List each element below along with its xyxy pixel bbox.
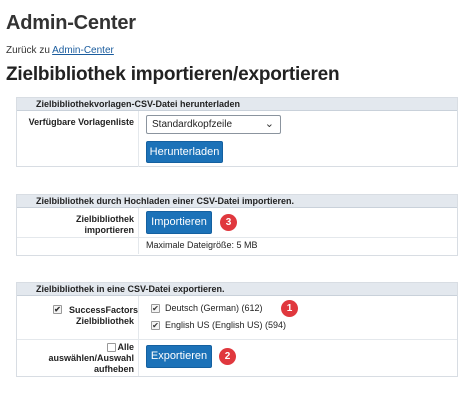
chevron-down-icon: ⌄ [264, 118, 274, 130]
download-row: Verfügbare Vorlagenliste Standardkopfzei… [17, 111, 457, 167]
annotation-badge-3: 3 [220, 214, 237, 231]
template-select[interactable]: Standardkopfzeile ⌄ [146, 115, 281, 134]
import-label: Zielbibliothek importieren [17, 208, 139, 237]
download-button[interactable]: Herunterladen [146, 141, 223, 163]
select-all-label: Alle auswählen/Auswahl aufheben [48, 342, 134, 374]
import-section: Zielbibliothek durch Hochladen einer CSV… [16, 194, 458, 256]
export-label-cell: ✔ SuccessFactors Zielbibliothek [17, 296, 139, 339]
export-action-cell: Exportieren 2 [142, 340, 457, 376]
import-row: Zielbibliothek importieren Importieren 3 [17, 208, 457, 238]
import-section-header: Zielbibliothek durch Hochladen einer CSV… [17, 195, 457, 208]
import-button[interactable]: Importieren [146, 211, 212, 234]
section-heading: Zielbibliothek importieren/exportieren [6, 64, 340, 85]
export-section-header: Zielbibliothek in eine CSV-Datei exporti… [17, 283, 457, 296]
option-checkbox-german[interactable]: ✔ [151, 304, 160, 313]
template-list-label: Verfügbare Vorlagenliste [17, 111, 139, 167]
export-options-cell: ✔ Deutsch (German) (612) ✔ English US (E… [142, 296, 457, 339]
import-note-cell: Maximale Dateigröße: 5 MB [142, 238, 457, 254]
option-label-german: Deutsch (German) (612) [165, 303, 263, 313]
annotation-badge-1: 1 [281, 300, 298, 317]
page-title: Admin-Center [6, 12, 136, 34]
select-all-cell: Alle auswählen/Auswahl aufheben [17, 340, 139, 376]
breadcrumb: Zurück zu Admin-Center [6, 45, 114, 56]
import-cell: Importieren 3 [142, 208, 457, 237]
download-cell: Standardkopfzeile ⌄ Herunterladen [142, 111, 457, 167]
option-label-english: English US (English US) (594) [165, 320, 287, 330]
template-select-value: Standardkopfzeile [152, 119, 233, 130]
import-note-row: Maximale Dateigröße: 5 MB [17, 238, 457, 254]
library-checkbox[interactable]: ✔ [53, 305, 62, 314]
export-options-row: ✔ SuccessFactors Zielbibliothek ✔ Deutsc… [17, 296, 457, 340]
max-file-size-note: Maximale Dateigröße: 5 MB [146, 240, 258, 250]
export-section: Zielbibliothek in eine CSV-Datei exporti… [16, 282, 458, 377]
export-action-row: Alle auswählen/Auswahl aufheben Exportie… [17, 340, 457, 376]
export-button[interactable]: Exportieren [146, 345, 212, 368]
annotation-badge-2: 2 [219, 348, 236, 365]
download-section-header: Zielbibliothekvorlagen-CSV-Datei herunte… [17, 98, 457, 111]
back-prefix: Zurück zu [6, 45, 53, 56]
import-note-label-empty [17, 238, 139, 254]
option-checkbox-english[interactable]: ✔ [151, 321, 160, 330]
select-all-checkbox[interactable] [107, 343, 116, 352]
back-link[interactable]: Admin-Center [52, 45, 114, 56]
download-section: Zielbibliothekvorlagen-CSV-Datei herunte… [16, 97, 458, 167]
